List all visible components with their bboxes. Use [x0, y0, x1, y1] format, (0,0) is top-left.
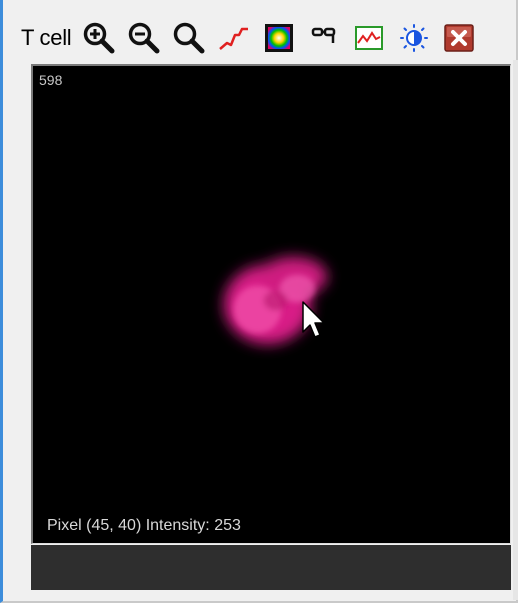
curve-button[interactable]	[216, 20, 252, 56]
viewer-window: T cell 598 Pixel (45, 40) Intensity: 253	[0, 0, 518, 603]
contrast-button[interactable]	[396, 20, 432, 56]
histogram-icon	[355, 26, 384, 50]
window-title: T cell	[21, 25, 72, 50]
scrollbar-track[interactable]	[513, 60, 518, 600]
cell-image	[223, 256, 328, 345]
zoom-in-icon	[84, 22, 115, 54]
toolbar: T cell	[21, 16, 511, 60]
frame-number: 598	[39, 72, 63, 88]
pixel-intensity-readout: Pixel (45, 40) Intensity: 253	[47, 517, 241, 534]
zoom-out-icon	[129, 22, 160, 54]
histogram-button[interactable]	[351, 20, 387, 56]
magnifier-button[interactable]	[171, 20, 207, 56]
binoculars-icon	[312, 27, 336, 43]
colormap-icon	[265, 24, 294, 52]
curve-icon	[219, 27, 249, 50]
close-button[interactable]	[441, 20, 477, 56]
status-bar	[31, 545, 511, 590]
zoom-out-button[interactable]	[126, 20, 162, 56]
contrast-icon	[400, 24, 429, 52]
magnifier-icon	[174, 22, 205, 54]
zoom-in-button[interactable]	[81, 20, 117, 56]
close-icon	[444, 24, 475, 52]
image-viewer[interactable]: 598 Pixel (45, 40) Intensity: 253	[31, 64, 511, 544]
colormap-button[interactable]	[261, 20, 297, 56]
binoculars-button[interactable]	[306, 20, 342, 56]
mouse-cursor-icon	[302, 301, 325, 338]
